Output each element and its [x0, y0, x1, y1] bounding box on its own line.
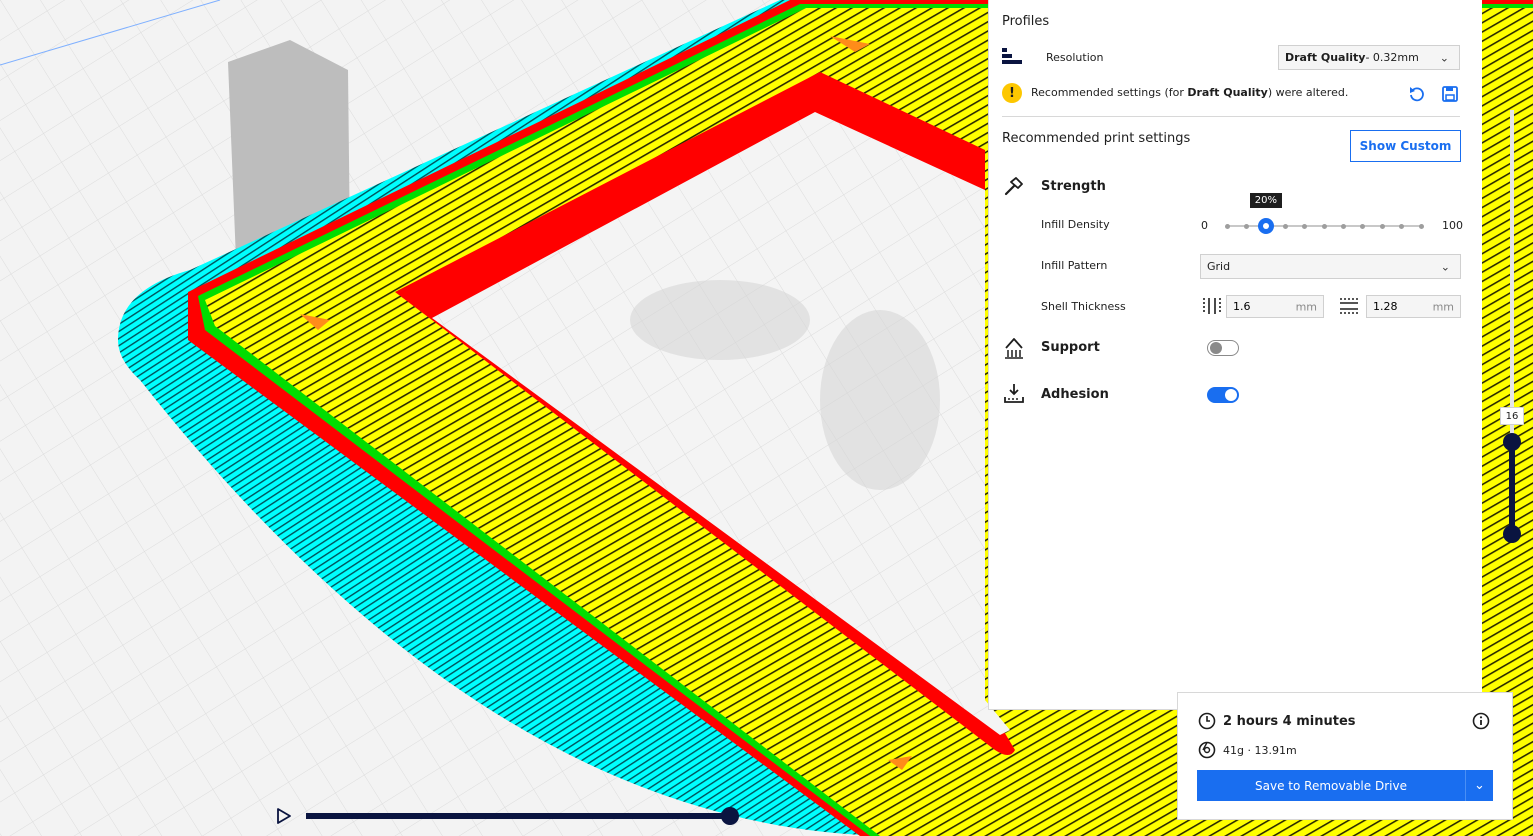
print-settings-panel: Profiles Resolution Draft Quality - 0.32…	[988, 0, 1482, 710]
top-bottom-thickness-value: 1.28	[1373, 300, 1398, 313]
play-icon[interactable]	[275, 807, 293, 825]
simulation-handle[interactable]	[721, 807, 739, 825]
adhesion-title: Adhesion	[1041, 387, 1109, 402]
infill-pattern-label: Infill Pattern	[1041, 259, 1108, 272]
model-ghost	[820, 310, 940, 490]
wall-thickness-icon	[1203, 298, 1221, 314]
infill-min-label: 0	[1201, 219, 1208, 232]
slider-tick	[1360, 223, 1366, 229]
resolution-value-bold: Draft Quality	[1285, 51, 1366, 64]
layer-slider[interactable]	[1503, 110, 1521, 550]
adhesion-toggle[interactable]	[1207, 387, 1239, 403]
info-icon[interactable]	[1472, 712, 1490, 730]
show-custom-button[interactable]: Show Custom	[1350, 130, 1461, 162]
top-bottom-thickness-input[interactable]: 1.28 mm	[1366, 295, 1461, 318]
top-bottom-unit: mm	[1432, 300, 1454, 313]
slider-tick	[1379, 223, 1385, 229]
altered-warning: Recommended settings (for Draft Quality)…	[1031, 86, 1348, 99]
layer-number-field[interactable]: 16	[1500, 407, 1524, 425]
layer-slider-lower-handle[interactable]	[1503, 525, 1521, 543]
slider-tick	[1340, 223, 1346, 229]
slider-tick	[1243, 223, 1249, 229]
save-profile-icon[interactable]	[1441, 85, 1459, 103]
infill-pattern-value: Grid	[1207, 260, 1231, 273]
filament-spool-icon	[1198, 741, 1216, 759]
clock-icon	[1198, 712, 1216, 730]
resolution-select[interactable]: Draft Quality - 0.32mm ⌄	[1278, 45, 1460, 70]
infill-density-label: Infill Density	[1041, 218, 1110, 231]
resolution-label: Resolution	[1046, 51, 1104, 64]
reset-icon[interactable]	[1408, 85, 1426, 103]
warning-prefix: Recommended settings (for	[1031, 86, 1188, 99]
warning-suffix: ) were altered.	[1267, 86, 1349, 99]
layer-slider-upper-handle[interactable]	[1503, 433, 1521, 451]
wall-thickness-value: 1.6	[1233, 300, 1251, 313]
print-time: 2 hours 4 minutes	[1223, 714, 1356, 729]
slider-handle[interactable]	[1257, 218, 1274, 234]
infill-density-slider[interactable]	[1224, 212, 1424, 240]
support-toggle[interactable]	[1207, 340, 1239, 356]
print-summary-panel: 2 hours 4 minutes 41g · 13.91m Save to R…	[1177, 692, 1513, 820]
support-icon	[1005, 338, 1023, 359]
material-usage: 41g · 13.91m	[1223, 744, 1297, 757]
slider-tick	[1418, 223, 1424, 229]
wall-unit: mm	[1295, 300, 1317, 313]
simulation-track[interactable]	[306, 807, 739, 825]
infill-pattern-select[interactable]: Grid ⌄	[1200, 254, 1461, 279]
toggle-knob	[1210, 342, 1222, 354]
shell-thickness-label: Shell Thickness	[1041, 300, 1126, 313]
resolution-value-rest: - 0.32mm	[1365, 51, 1419, 64]
resolution-icon	[1002, 48, 1022, 66]
toggle-knob	[1225, 389, 1237, 401]
top-bottom-thickness-icon	[1340, 298, 1358, 314]
support-title: Support	[1041, 340, 1100, 355]
profiles-title: Profiles	[1002, 14, 1050, 29]
save-to-removable-drive-button[interactable]: Save to Removable Drive	[1197, 770, 1465, 801]
chevron-down-icon: ⌄	[1474, 778, 1485, 793]
warning-bold: Draft Quality	[1187, 86, 1268, 99]
slider-tick	[1321, 223, 1327, 229]
infill-max-label: 100	[1442, 219, 1463, 232]
slider-tick	[1399, 223, 1405, 229]
layer-slider-range	[1509, 442, 1515, 534]
chevron-down-icon: ⌄	[1439, 51, 1449, 64]
adhesion-icon	[1004, 384, 1024, 403]
recommended-title: Recommended print settings	[1002, 131, 1191, 146]
model-ghost	[630, 280, 810, 360]
wall-thickness-input[interactable]: 1.6 mm	[1226, 295, 1324, 318]
section-divider	[1002, 116, 1460, 117]
slider-tick	[1224, 223, 1230, 229]
warning-icon: !	[1002, 83, 1022, 103]
slider-tick	[1302, 223, 1308, 229]
simulation-progress	[306, 813, 730, 819]
chevron-down-icon: ⌄	[1440, 260, 1450, 273]
hammer-icon	[1004, 177, 1023, 196]
slider-tick	[1282, 223, 1288, 229]
strength-title: Strength	[1041, 179, 1106, 194]
infill-tooltip: 20%	[1249, 193, 1283, 208]
save-options-dropdown[interactable]: ⌄	[1465, 770, 1493, 801]
